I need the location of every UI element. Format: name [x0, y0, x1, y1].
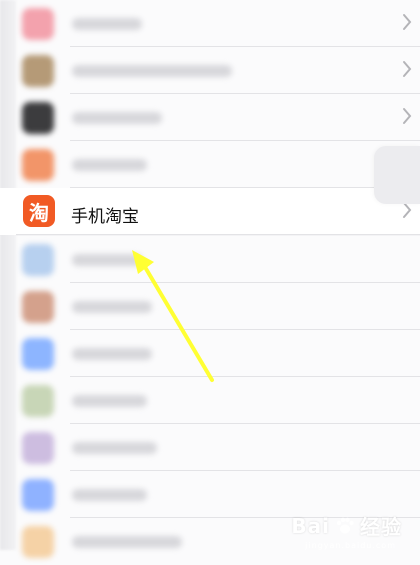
annotation-arrow	[132, 250, 214, 382]
paw-icon	[336, 517, 354, 533]
watermark-brand: Bai	[291, 513, 330, 538]
watermark-brand-tail: 经验	[360, 515, 402, 539]
watermark-url: jingyan.baidu.com	[305, 541, 396, 550]
arrow-shaft	[140, 260, 214, 382]
arrow-head	[132, 250, 154, 274]
baidu-watermark: Bai 经验	[291, 511, 402, 540]
